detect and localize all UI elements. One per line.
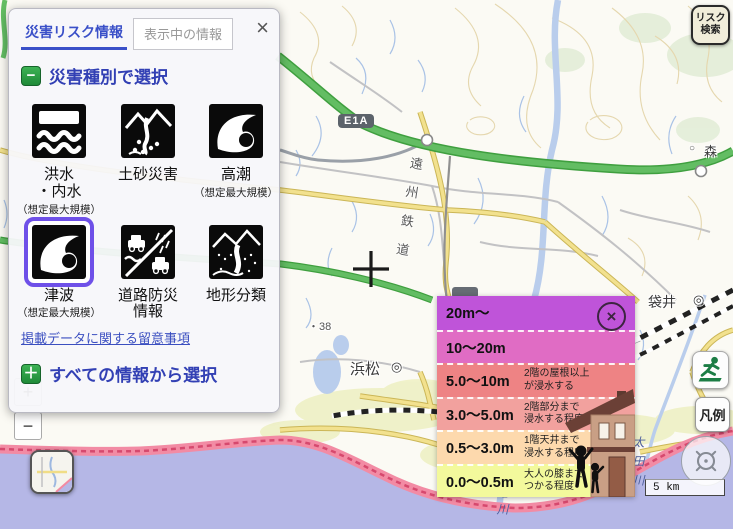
panel-tab-bar: 災害リスク情報 表示中の情報 (9, 9, 279, 50)
city-symbol: ◎ (693, 292, 704, 308)
storm-surge-iconwrap (201, 96, 271, 166)
disaster-type-grid: 洪水 ・内水 （想定最大規模） 土砂災害 (14, 96, 279, 322)
running-person-icon (695, 354, 727, 386)
close-icon[interactable]: × (256, 17, 269, 39)
road-disaster-icon (121, 225, 175, 279)
section-title: 災害種別で選択 (49, 63, 168, 88)
city-symbol: ◎ (391, 359, 402, 375)
evacuation-run-button[interactable] (692, 351, 729, 389)
tsunami-icon (32, 225, 86, 279)
place-label-fukuroi: 袋井 (648, 292, 676, 312)
landform-icon (209, 225, 263, 279)
spot-elevation-label: ・38 (308, 318, 331, 334)
tsunami-depth-legend: × 20m〜 10〜20m 5.0〜10m 2階の屋根以上 が浸水する 3.0〜… (437, 296, 635, 497)
section-select-by-type[interactable]: − 災害種別で選択 (21, 63, 279, 88)
disaster-type-storm-surge[interactable]: 高潮 （想定最大規模） (194, 96, 278, 217)
disaster-type-landslide[interactable]: 土砂災害 (113, 96, 183, 217)
section-select-all[interactable]: ＋ すべての情報から選択 (21, 361, 279, 386)
disaster-type-flood[interactable]: 洪水 ・内水 （想定最大規模） (17, 96, 101, 217)
place-label-hamamatsu: 浜松 (350, 358, 380, 379)
hazard-map-app: E1A ○ 森 袋井 ◎ 浜松 ◎ ・38 遠州鉄道 太田川 竜川 災害リスク情… (0, 0, 733, 529)
landslide-icon (121, 104, 175, 158)
collapse-icon[interactable]: − (21, 66, 41, 86)
tsunami-selected-border (24, 217, 94, 287)
flood-icon (32, 104, 86, 158)
flood-iconwrap (24, 96, 94, 166)
risk-search-button[interactable]: リスク 検索 (691, 5, 730, 45)
disaster-type-road[interactable]: 道路防災 情報 (113, 217, 183, 323)
expressway-badge: E1A (338, 114, 374, 128)
place-label-mori: 森 (704, 141, 717, 160)
compass-icon (686, 441, 726, 481)
disaster-risk-panel: 災害リスク情報 表示中の情報 × − 災害種別で選択 洪水 ・内水 (8, 8, 280, 413)
zoom-out-button[interactable]: − (14, 412, 42, 440)
road-iconwrap (113, 217, 183, 287)
tab-displayed-info[interactable]: 表示中の情報 (133, 18, 233, 50)
tab-disaster-risk-info[interactable]: 災害リスク情報 (21, 18, 127, 50)
legend-button[interactable]: 凡例 (695, 397, 730, 432)
legend-close-icon[interactable]: × (597, 302, 626, 331)
section-title: すべての情報から選択 (49, 361, 217, 386)
expand-icon[interactable]: ＋ (21, 364, 41, 384)
minimap-button[interactable] (30, 450, 74, 494)
house-depth-illustration (555, 387, 635, 497)
disaster-type-tsunami[interactable]: 津波 （想定最大規模） (17, 217, 101, 323)
data-notes-link[interactable]: 掲載データに関する留意事項 (21, 328, 190, 347)
scale-bar: 5 km (645, 479, 725, 496)
landslide-iconwrap (113, 96, 183, 166)
storm-surge-icon (209, 104, 263, 158)
landform-iconwrap (201, 217, 271, 287)
disaster-type-landform[interactable]: 地形分類 (201, 217, 271, 323)
town-symbol: ○ (689, 143, 695, 154)
minimap-thumbnail (32, 452, 72, 492)
legend-row: 10〜20m (437, 330, 635, 364)
